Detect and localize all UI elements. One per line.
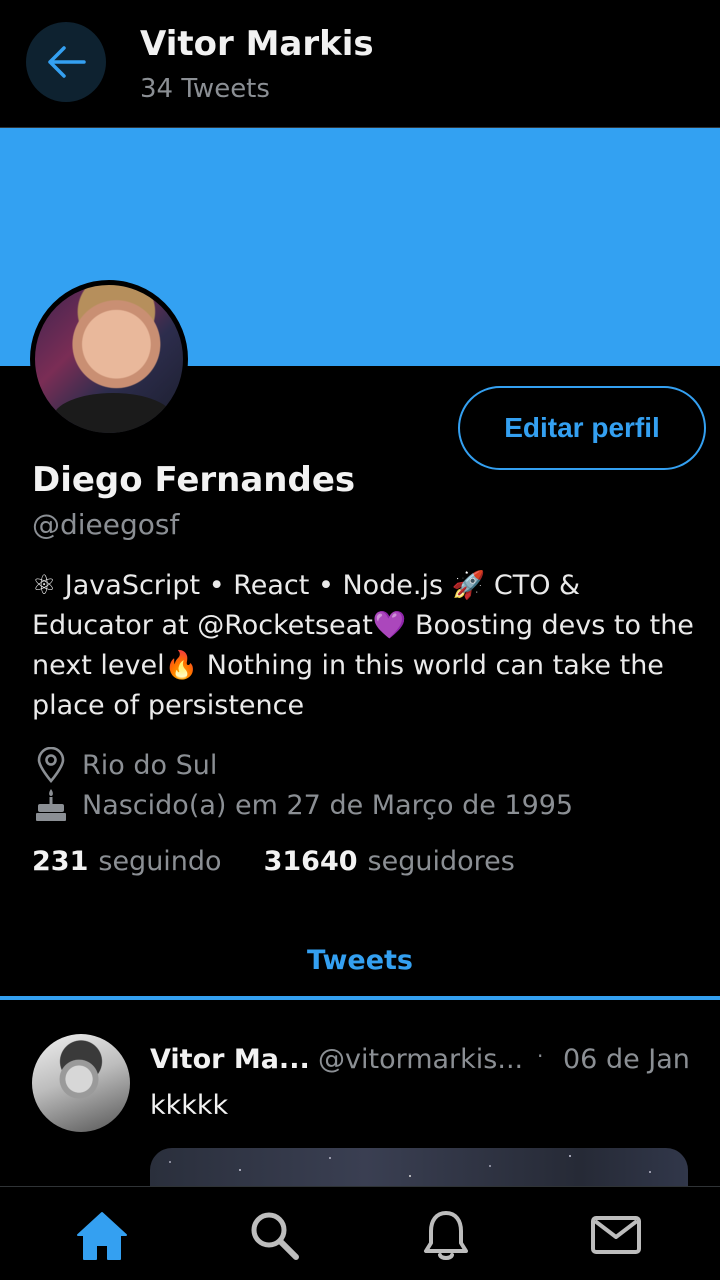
- profile-avatar[interactable]: [30, 280, 188, 438]
- location-text: Rio do Sul: [82, 749, 218, 781]
- bottom-navigation: [0, 1186, 720, 1280]
- following-label: seguindo: [98, 846, 222, 877]
- nav-messages-button[interactable]: [586, 1205, 646, 1265]
- back-button[interactable]: [26, 22, 106, 102]
- bio-line: Educator at @Rocketseat💜 Boosting devs t…: [32, 610, 694, 641]
- birthday-cake-icon: [32, 786, 70, 824]
- arrow-left-icon: [48, 46, 86, 78]
- tweet-author-handle: @vitormarkis...: [318, 1044, 524, 1075]
- bio-line: place of persistence: [32, 690, 305, 721]
- edit-profile-button[interactable]: Editar perfil: [458, 386, 706, 470]
- mail-icon: [591, 1216, 641, 1254]
- followers-link[interactable]: 31640 seguidores: [264, 846, 515, 877]
- profile-screen: Vitor Markis 34 Tweets Editar perfil Die…: [0, 0, 720, 1280]
- bio-line: ⚛ JavaScript • React • Node.js 🚀 CTO &: [32, 570, 581, 601]
- follow-stats: 231 seguindo 31640 seguidores: [32, 846, 557, 877]
- tweet-date: 06 de Jan: [563, 1044, 690, 1075]
- profile-location: Rio do Sul: [32, 746, 217, 784]
- followers-label: seguidores: [367, 846, 515, 877]
- home-icon: [77, 1212, 127, 1260]
- tweet-item[interactable]: Vitor Ma... @vitormarkis... · 06 de Jan …: [0, 1000, 720, 1186]
- location-pin-icon: [32, 746, 70, 784]
- tweet-text: kkkkk: [150, 1090, 229, 1121]
- bio-line: next level🔥 Nothing in this world can ta…: [32, 650, 664, 681]
- tweet-author-avatar[interactable]: [32, 1034, 130, 1132]
- profile-name: Diego Fernandes: [32, 460, 356, 500]
- header-bar: Vitor Markis 34 Tweets: [0, 0, 720, 128]
- tweet-count: 34 Tweets: [140, 74, 270, 104]
- bell-icon: [424, 1211, 468, 1260]
- birthday-text: Nascido(a) em 27 de Março de 1995: [82, 789, 574, 821]
- following-link[interactable]: 231 seguindo: [32, 846, 222, 877]
- header-title: Vitor Markis: [140, 24, 374, 64]
- following-count: 231: [32, 846, 89, 877]
- search-icon: [251, 1212, 299, 1260]
- tweet-author-name[interactable]: Vitor Ma...: [150, 1044, 310, 1075]
- avatar-shirt: [53, 393, 173, 433]
- profile-bio: ⚛ JavaScript • React • Node.js 🚀 CTO & E…: [32, 566, 702, 726]
- profile-handle: @dieegosf: [32, 508, 180, 541]
- tweet-media-image[interactable]: [150, 1148, 688, 1186]
- nav-home-button[interactable]: [72, 1205, 132, 1265]
- nav-notifications-button[interactable]: [416, 1205, 476, 1265]
- profile-birthday: Nascido(a) em 27 de Março de 1995: [32, 786, 573, 824]
- nav-search-button[interactable]: [244, 1205, 304, 1265]
- tab-tweets[interactable]: Tweets: [0, 920, 720, 1000]
- tweet-separator: ·: [537, 1044, 544, 1068]
- followers-count: 31640: [263, 846, 358, 877]
